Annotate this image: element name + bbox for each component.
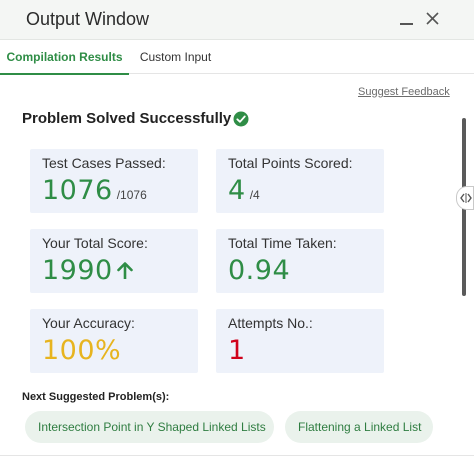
- accuracy-value: 100%: [42, 335, 122, 366]
- arrow-up-icon: [115, 257, 135, 279]
- tab-compilation-results[interactable]: Compilation Results: [0, 40, 129, 75]
- accuracy-card: Your Accuracy: 100%: [30, 309, 198, 373]
- resize-handle[interactable]: [456, 186, 474, 210]
- window-title: Output Window: [26, 9, 150, 29]
- output-window: Output Window Compilation Results Custom…: [0, 0, 474, 456]
- tab-bar: Compilation Results Custom Input: [0, 40, 474, 75]
- status-headline-text: Problem Solved Successfully: [22, 110, 232, 127]
- score-value-group: 1990: [42, 255, 135, 286]
- next-problems-heading: Next Suggested Problem(s):: [22, 391, 170, 403]
- score-label: Your Total Score:: [42, 235, 148, 251]
- suggest-feedback-link[interactable]: Suggest Feedback: [358, 86, 450, 98]
- points-card: Total Points Scored: 4 /4: [216, 149, 384, 213]
- test-cases-value-group: 1076 /1076: [42, 175, 147, 206]
- time-card: Total Time Taken: 0.94: [216, 229, 384, 293]
- test-cases-card: Test Cases Passed: 1076 /1076: [30, 149, 198, 213]
- status-headline: Problem Solved Successfully: [22, 110, 249, 127]
- tab-custom-input[interactable]: Custom Input: [129, 40, 222, 74]
- score-card: Your Total Score: 1990: [30, 229, 198, 293]
- time-label: Total Time Taken:: [228, 235, 337, 251]
- points-total: /4: [249, 188, 260, 202]
- attempts-label: Attempts No.:: [228, 315, 313, 331]
- close-icon[interactable]: [424, 9, 442, 29]
- test-cases-value: 1076: [42, 175, 113, 206]
- accuracy-label: Your Accuracy:: [42, 315, 135, 331]
- points-value-group: 4 /4: [228, 175, 260, 206]
- check-circle-icon: [233, 111, 249, 127]
- points-value: 4: [228, 175, 246, 206]
- minimize-icon[interactable]: [398, 8, 416, 30]
- test-cases-total: /1076: [116, 188, 147, 202]
- score-value: 1990: [42, 255, 113, 286]
- attempts-value: 1: [228, 335, 246, 366]
- suggested-problem-chip[interactable]: Intersection Point in Y Shaped Linked Li…: [25, 411, 274, 443]
- window-titlebar: Output Window: [0, 0, 474, 40]
- points-label: Total Points Scored:: [228, 155, 353, 171]
- attempts-card: Attempts No.: 1: [216, 309, 384, 373]
- suggested-problem-chip[interactable]: Flattening a Linked List: [285, 411, 433, 443]
- test-cases-label: Test Cases Passed:: [42, 155, 166, 171]
- time-value: 0.94: [228, 255, 291, 286]
